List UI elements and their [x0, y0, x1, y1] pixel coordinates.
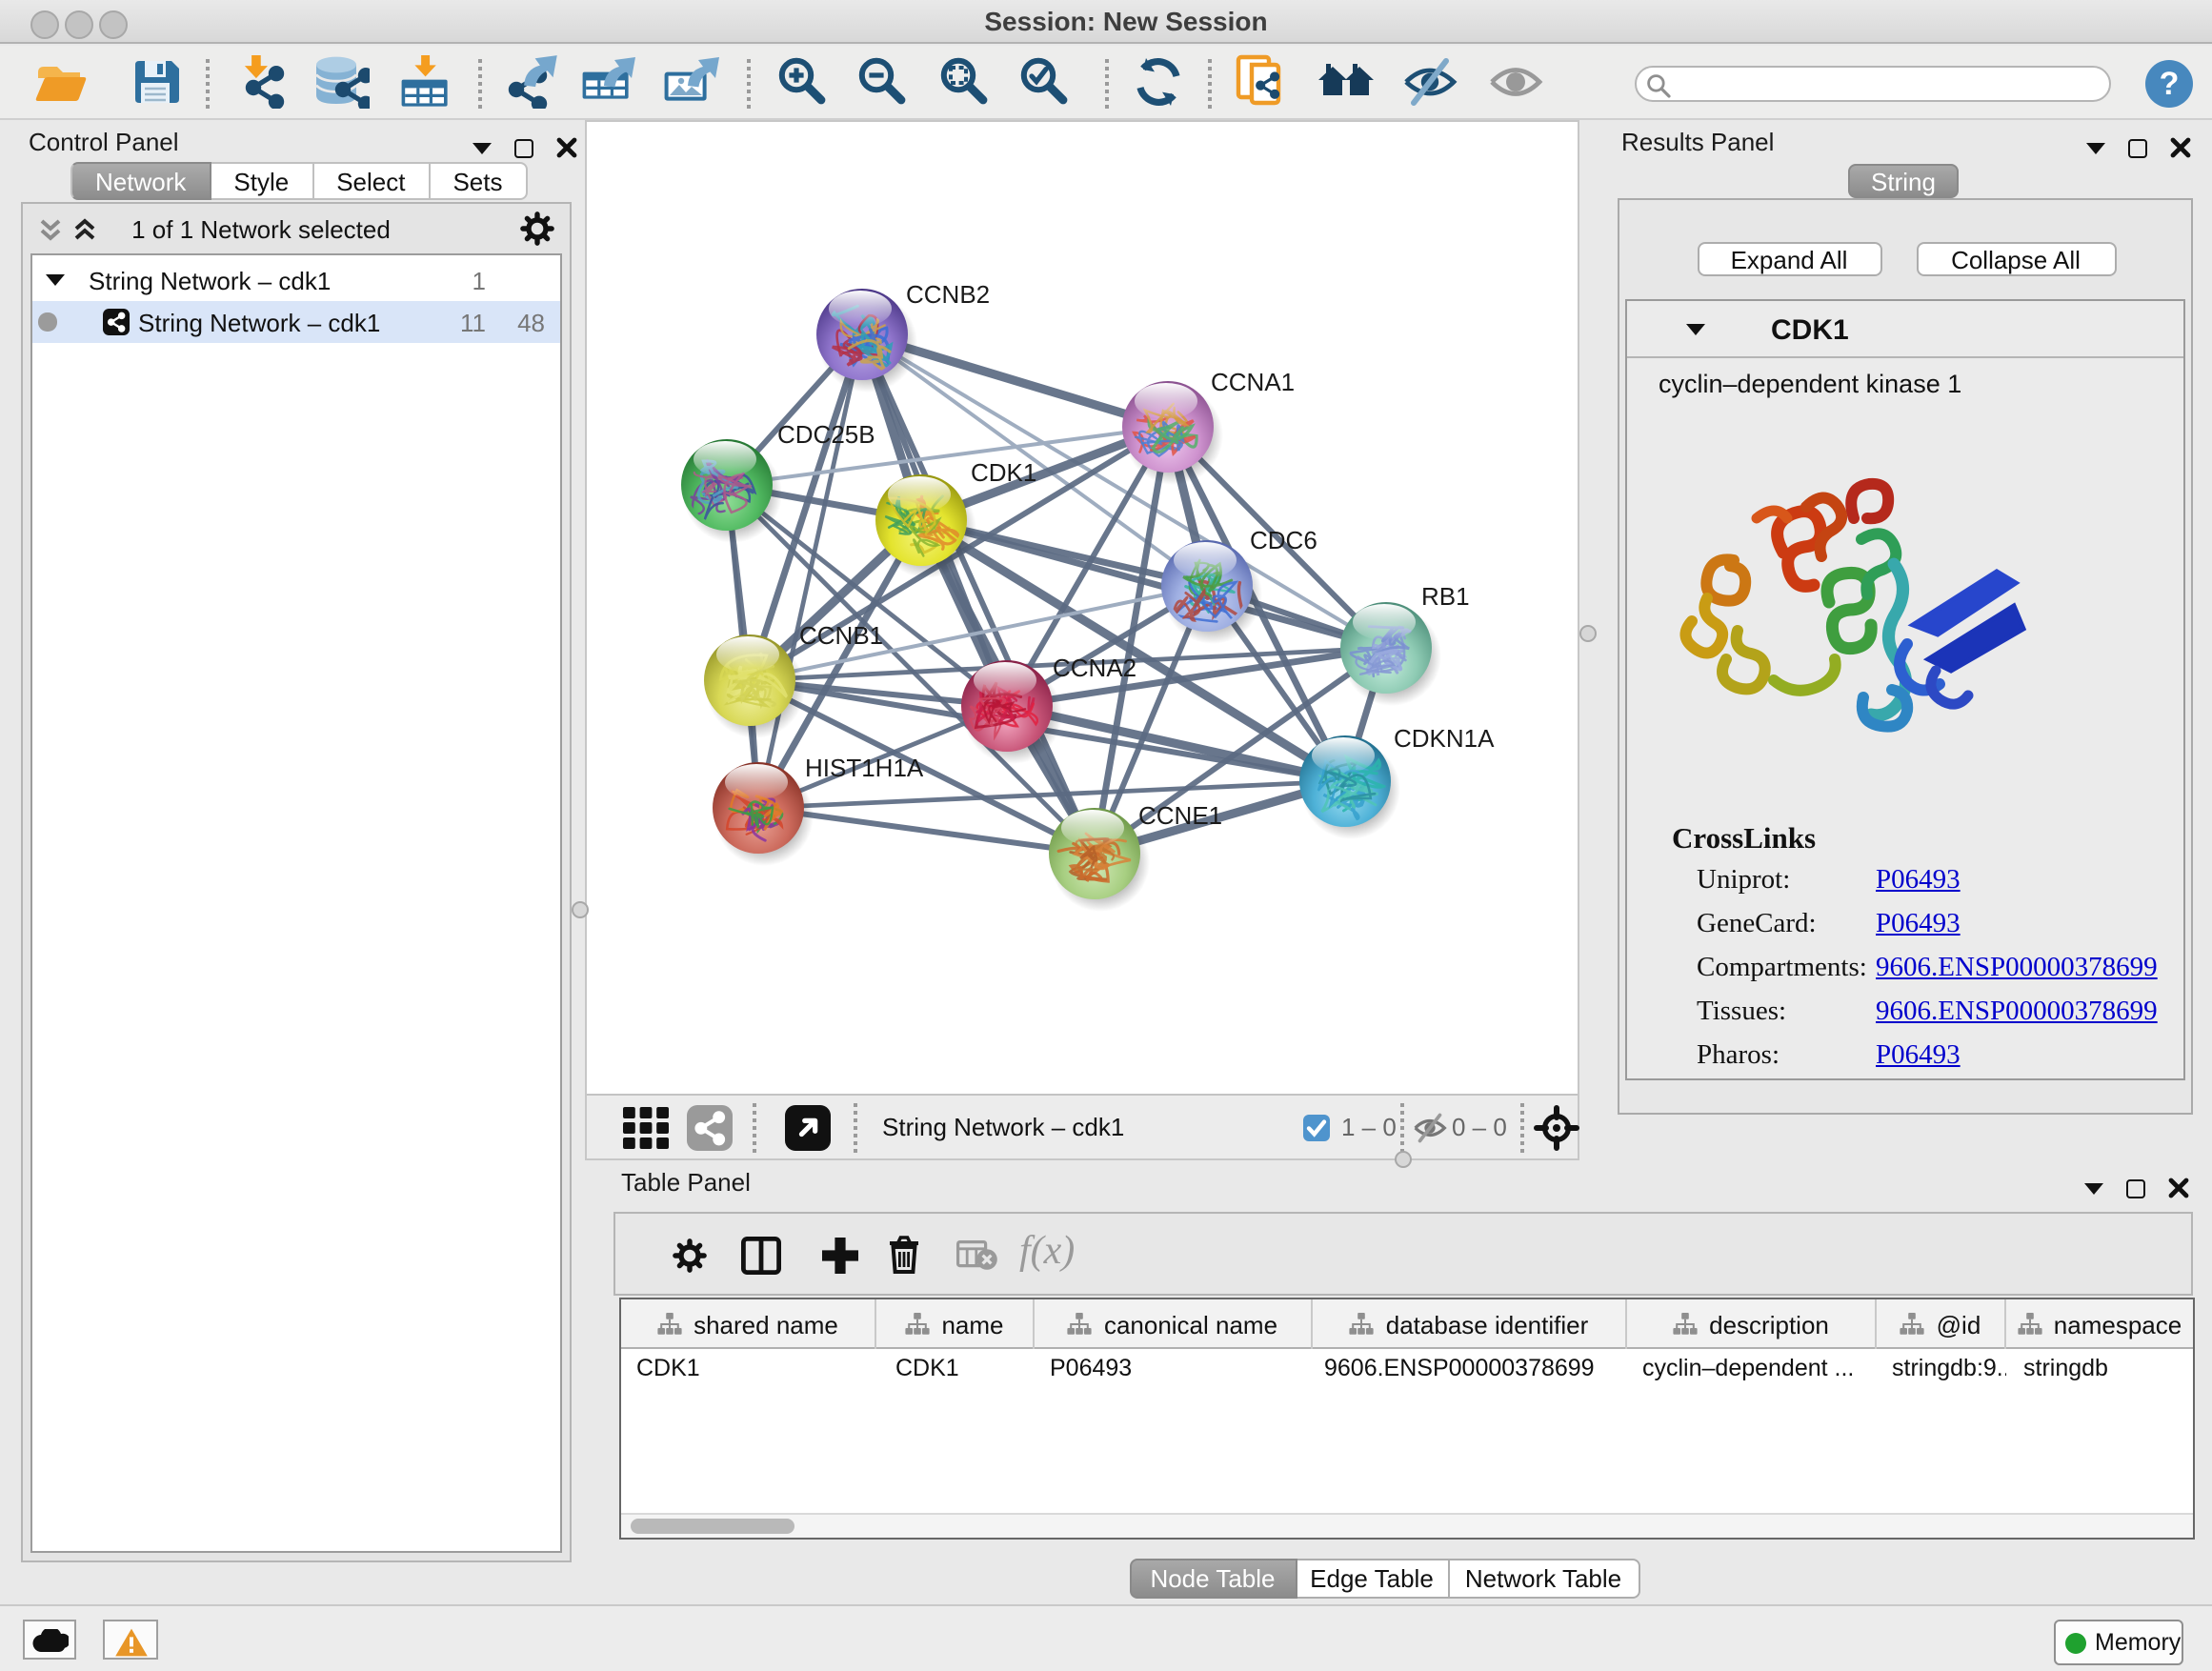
svg-text:CDC25B: CDC25B: [777, 420, 875, 449]
svg-text:CCNA2: CCNA2: [1053, 654, 1136, 682]
svg-text:CCNE1: CCNE1: [1138, 801, 1222, 830]
svg-text:CDK1: CDK1: [971, 458, 1036, 487]
svg-text:CDKN1A: CDKN1A: [1394, 724, 1495, 753]
svg-text:HIST1H1A: HIST1H1A: [805, 754, 924, 782]
svg-text:CCNB2: CCNB2: [906, 280, 990, 309]
svg-text:CCNA1: CCNA1: [1211, 368, 1295, 396]
svg-text:CDC6: CDC6: [1250, 526, 1317, 554]
svg-text:RB1: RB1: [1421, 582, 1470, 611]
svg-text:CCNB1: CCNB1: [799, 621, 883, 650]
